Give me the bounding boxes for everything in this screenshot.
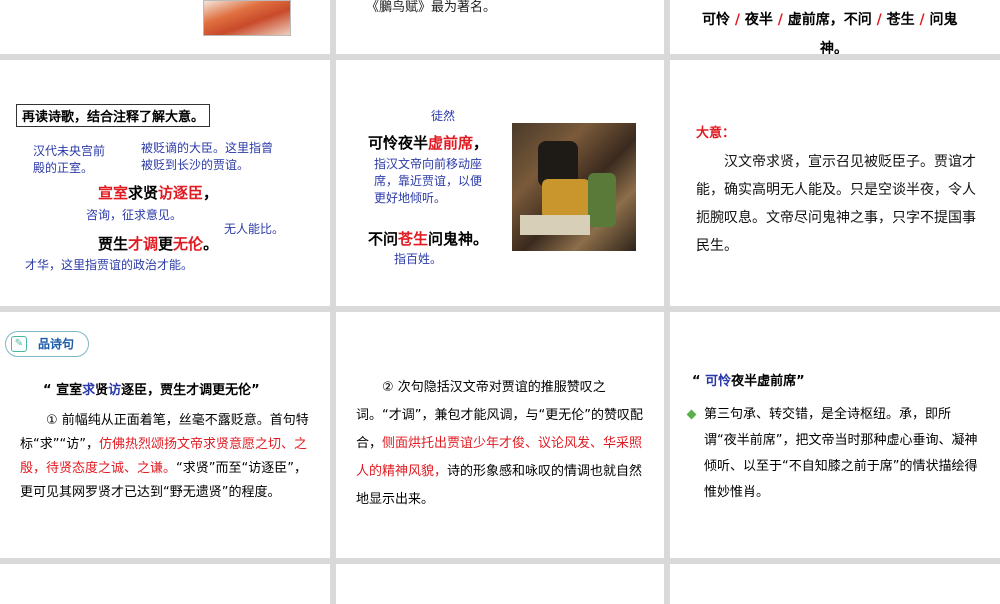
emperor-scholar-painting <box>512 123 636 251</box>
text-segment: 问鬼 <box>929 12 958 28</box>
text-segment: 求 <box>82 383 96 398</box>
text-segment: / <box>730 12 745 28</box>
text-segment: 访逐臣 <box>158 184 204 202</box>
slide-2[interactable]: 《鵩鸟赋》最为著名。 <box>336 0 664 54</box>
meaning-body: 汉文帝求贤，宣示召见被贬臣子。贾谊才能，确实高明无人能及。只是空谈半夜，令人扼腕… <box>696 154 976 254</box>
text-segment: 问鬼神。 <box>428 230 489 248</box>
text-segment: ， <box>203 184 219 202</box>
text-segment: “ 宣室 <box>43 383 83 398</box>
text-segment: / <box>871 12 887 28</box>
slide-11[interactable] <box>336 564 664 604</box>
text-segment: / <box>772 12 788 28</box>
slide-3[interactable]: 可怜 / 夜半 / 虚前席，不问 / 苍生 / 问鬼 神。 <box>670 0 1000 54</box>
slide-6[interactable]: 大意： 汉文帝求贤，宣示召见被贬臣子。贾谊才能，确实高明无人能及。只是空谈半夜，… <box>670 60 1000 306</box>
analysis-paragraph-3: 第三句承、转交错，是全诗枢纽。承，即所谓“夜半前席”，把文帝当时那种虚心垂询、凝… <box>704 407 978 500</box>
verse-line-1: 宣室求贤访逐臣， <box>98 182 218 203</box>
annotation-turan: 徒然 <box>431 109 456 123</box>
verse-line-2: 贾生才调更无伦。 <box>98 233 218 254</box>
text-segment: 访 <box>108 383 122 398</box>
analysis-paragraph-1: ① 前幅纯从正面着笔，丝毫不露贬意。首句特标“求”“访”，仿佛热烈颂扬文帝求贤意… <box>20 409 310 505</box>
text-segment: 可怜 <box>702 12 730 28</box>
annotation-cangsheng: 指百姓。 <box>394 252 443 266</box>
text-segment: 苍生 <box>398 230 429 248</box>
text-segment: 可怜夜半 <box>368 134 429 152</box>
annotation-fang: 咨询，征求意见。 <box>86 208 183 222</box>
slide-8[interactable]: ② 次句隐括汉文帝对贾谊的推服赞叹之词。“才调”，兼包才能风调，与“更无伦”的赞… <box>336 312 664 558</box>
text-segment: 宣室 <box>98 184 129 202</box>
text-segment: 夜半虚前席” <box>731 374 805 389</box>
tag-pin-shiju: ✎ 品诗句 <box>5 331 89 357</box>
annotation-qianxi: 指汉文帝向前移动座 席，靠近贾谊，以便 更好地倾听。 <box>374 157 483 205</box>
text-segment: 夜半 <box>744 12 773 28</box>
annotation-zhuchen: 被贬谪的大臣。这里指曾 被贬到长沙的贾谊。 <box>141 141 274 172</box>
text-segment: 虚前席 <box>428 134 474 152</box>
text-segment: 虚前席，不问 <box>787 12 872 28</box>
annotation-caidiao: 才华，这里指贾谊的政治才能。 <box>25 258 194 272</box>
instruction-title: 再读诗歌，结合注释了解大意。 <box>16 104 211 127</box>
slide-5[interactable]: 徒然 可怜夜半虚前席， 指汉文帝向前移动座 席，靠近贾谊，以便 更好地倾听。 不… <box>336 60 664 306</box>
meaning-label: 大意： <box>696 126 736 141</box>
text-segment: 求贤 <box>128 184 159 202</box>
text-segment: 才调 <box>128 235 159 253</box>
text-segment: 逐臣，贾生才调更无伦” <box>121 383 260 398</box>
text-segment: 更 <box>158 235 174 253</box>
annotation-xuanshi: 汉代未央宫前 殿的正室。 <box>33 144 106 175</box>
text-segment: 无伦 <box>173 235 204 253</box>
text-segment: 贾生 <box>98 235 129 253</box>
text-segment: ， <box>473 134 489 152</box>
verse-line-3: 可怜夜半虚前席， <box>368 132 488 153</box>
slide-text: 《鵩鸟赋》最为著名。 <box>366 0 497 15</box>
analysis-paragraph-2: ② 次句隐括汉文帝对贾谊的推服赞叹之词。“才调”，兼包才能风调，与“更无伦”的赞… <box>356 374 644 514</box>
diamond-bullet-icon <box>686 409 697 420</box>
section-title-2: “ 可怜夜半虚前席” <box>692 370 805 389</box>
portrait-thumbnail <box>203 0 291 36</box>
slide-7[interactable]: ✎ 品诗句 “ 宣室求贤访逐臣，贾生才调更无伦” ① 前幅纯从正面着笔，丝毫不露… <box>0 312 330 558</box>
slide-1[interactable] <box>0 0 330 54</box>
verse-pause-line-1: 可怜 / 夜半 / 虚前席，不问 / 苍生 / 问鬼 <box>702 9 958 29</box>
tag-label: 品诗句 <box>38 337 75 351</box>
slide-4[interactable]: 再读诗歌，结合注释了解大意。 汉代未央宫前 殿的正室。 被贬谪的大臣。这里指曾 … <box>0 60 330 306</box>
slide-9[interactable]: “ 可怜夜半虚前席” 第三句承、转交错，是全诗枢纽。承，即所谓“夜半前席”，把文… <box>670 312 1000 558</box>
text-segment: “ <box>692 374 706 389</box>
pencil-icon: ✎ <box>11 336 27 352</box>
slide-12[interactable] <box>670 564 1000 604</box>
text-segment: 可怜 <box>705 374 732 389</box>
text-segment: 。 <box>203 235 219 253</box>
section-title: “ 宣室求贤访逐臣，贾生才调更无伦” <box>43 379 260 398</box>
slide-10[interactable] <box>0 564 330 604</box>
text-segment: / <box>914 12 930 28</box>
text-segment: 不问 <box>368 230 399 248</box>
verse-line-4: 不问苍生问鬼神。 <box>368 228 488 249</box>
text-segment: 贤 <box>95 383 109 398</box>
annotation-wulun: 无人能比。 <box>224 222 285 236</box>
text-segment: 苍生 <box>886 12 915 28</box>
verse-pause-line-2: 神。 <box>820 41 848 54</box>
